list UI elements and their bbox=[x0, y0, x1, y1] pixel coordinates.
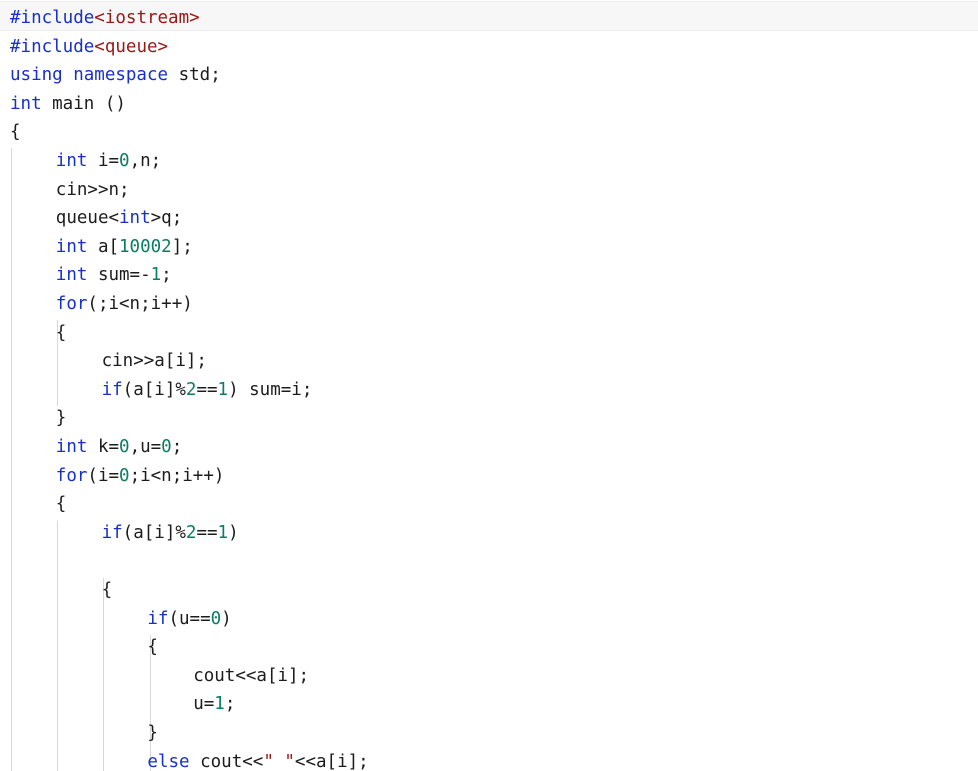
code-token-plain: ]; bbox=[171, 236, 193, 257]
code-token-kw: using namespace bbox=[10, 65, 169, 86]
code-token-kw: int bbox=[55, 265, 88, 286]
code-token-kw: for bbox=[55, 294, 88, 314]
code-line[interactable]: queue<int>q; bbox=[0, 204, 978, 233]
code-line[interactable]: int sum=-1; bbox=[0, 261, 978, 290]
code-token-kw: else bbox=[147, 751, 190, 771]
code-line[interactable]: #include<iostream> bbox=[0, 4, 978, 33]
code-line[interactable]: { bbox=[0, 633, 978, 662]
code-line[interactable]: if(a[i]%2==1) bbox=[0, 519, 978, 548]
code-token-num: 1 bbox=[217, 522, 229, 543]
code-token-pp: #include bbox=[10, 8, 95, 28]
code-line[interactable]: int a[10002]; bbox=[0, 233, 978, 262]
code-token-num: 1 bbox=[217, 379, 229, 400]
code-token-plain: u= bbox=[193, 694, 215, 715]
code-line[interactable]: } bbox=[0, 719, 978, 748]
code-token-kw: if bbox=[147, 608, 169, 629]
code-token-plain: (a[i]% bbox=[122, 522, 186, 543]
code-token-plain: (i= bbox=[87, 465, 120, 486]
code-token-kw: int bbox=[10, 93, 42, 114]
code-line[interactable]: for(i=0;i<n;i++) bbox=[0, 462, 978, 491]
code-token-kw: int bbox=[119, 208, 151, 229]
code-token-plain: i= bbox=[87, 151, 120, 171]
code-token-plain: { bbox=[10, 122, 21, 143]
code-token-kw: if bbox=[101, 379, 123, 400]
code-line[interactable]: for(;i<n;i++) bbox=[0, 290, 978, 319]
code-token-plain: { bbox=[101, 580, 113, 600]
code-token-plain: == bbox=[196, 522, 218, 543]
code-token-num: 0 bbox=[210, 608, 222, 629]
code-line[interactable]: if(a[i]%2==1) sum=i; bbox=[0, 376, 978, 405]
code-token-plain: queue< bbox=[55, 208, 120, 229]
code-token-plain: } bbox=[147, 723, 158, 743]
code-line[interactable]: } bbox=[0, 404, 978, 433]
code-token-plain: main () bbox=[41, 93, 126, 114]
code-token-kw: int bbox=[55, 437, 88, 457]
code-token-plain: <<a[i]; bbox=[294, 751, 369, 771]
code-token-num: 0 bbox=[119, 465, 130, 486]
code-token-str: " " bbox=[263, 751, 295, 771]
code-line[interactable] bbox=[0, 547, 978, 576]
code-line[interactable]: { bbox=[0, 118, 978, 147]
code-token-plain: ; bbox=[161, 265, 172, 286]
code-line[interactable]: { bbox=[0, 576, 978, 605]
code-token-num: 1 bbox=[150, 265, 162, 286]
code-line[interactable]: #include<queue> bbox=[0, 33, 978, 62]
code-token-plain: ) bbox=[228, 522, 239, 543]
code-token-plain: (a[i]% bbox=[122, 379, 186, 400]
code-token-kw: int bbox=[55, 236, 88, 257]
code-token-hdr: <queue> bbox=[94, 36, 169, 57]
code-token-plain: ; bbox=[224, 694, 236, 715]
code-token-kw: for bbox=[55, 465, 88, 486]
code-token-plain: ) sum=i; bbox=[228, 379, 313, 400]
code-token-plain: std; bbox=[168, 65, 221, 86]
code-token-num: 10002 bbox=[119, 236, 172, 257]
code-line[interactable]: else cout<<" "<<a[i]; bbox=[0, 748, 978, 771]
code-token-plain: sum=- bbox=[87, 265, 151, 286]
code-token-plain: k= bbox=[87, 437, 120, 457]
code-token-num: 0 bbox=[119, 437, 130, 457]
code-token-plain: { bbox=[55, 494, 67, 515]
code-token-pp: #include bbox=[10, 36, 95, 57]
code-token-num: 0 bbox=[161, 437, 172, 457]
code-line[interactable]: { bbox=[0, 319, 978, 348]
code-line[interactable]: cout<<a[i]; bbox=[0, 662, 978, 691]
code-token-num: 2 bbox=[185, 379, 197, 400]
code-token-plain: cin>>n; bbox=[55, 179, 130, 200]
code-token-kw: int bbox=[55, 151, 88, 171]
code-line[interactable]: if(u==0) bbox=[0, 605, 978, 634]
code-token-num: 2 bbox=[185, 522, 197, 543]
code-line[interactable]: { bbox=[0, 490, 978, 519]
code-token-plain: == bbox=[196, 379, 218, 400]
code-line[interactable]: using namespace std; bbox=[0, 61, 978, 90]
code-line[interactable]: int k=0,u=0; bbox=[0, 433, 978, 462]
code-token-plain: } bbox=[55, 408, 67, 429]
code-token-plain: cout<< bbox=[189, 751, 264, 771]
code-token-plain: a[ bbox=[87, 236, 120, 257]
code-token-plain: { bbox=[147, 637, 158, 658]
code-token-plain: ,u= bbox=[129, 437, 162, 457]
code-token-num: 0 bbox=[119, 151, 130, 171]
code-token-plain: cout<<a[i]; bbox=[193, 665, 310, 686]
code-token-hdr: <iostream> bbox=[94, 8, 200, 28]
code-token-kw: if bbox=[101, 522, 123, 543]
code-line[interactable]: cin>>a[i]; bbox=[0, 347, 978, 376]
code-token-plain: ; bbox=[171, 437, 183, 457]
code-line[interactable]: cin>>n; bbox=[0, 176, 978, 205]
code-token-plain: ,n; bbox=[129, 151, 162, 171]
code-token-num: 1 bbox=[214, 694, 225, 715]
code-token-plain: ) bbox=[221, 608, 232, 629]
code-token-plain: (;i<n;i++) bbox=[87, 294, 193, 314]
code-token-plain: ;i<n;i++) bbox=[129, 465, 225, 486]
code-line[interactable]: u=1; bbox=[0, 690, 978, 719]
code-token-plain: cin>>a[i]; bbox=[101, 351, 207, 372]
code-token-plain: { bbox=[55, 322, 67, 343]
code-editor-canvas[interactable]: #include<iostream> #include<queue> using n… bbox=[0, 0, 978, 771]
code-line[interactable]: int main () bbox=[0, 90, 978, 119]
code-token-plain: >q; bbox=[150, 208, 183, 229]
code-token-plain: (u== bbox=[168, 608, 211, 629]
code-line[interactable]: int i=0,n; bbox=[0, 147, 978, 176]
